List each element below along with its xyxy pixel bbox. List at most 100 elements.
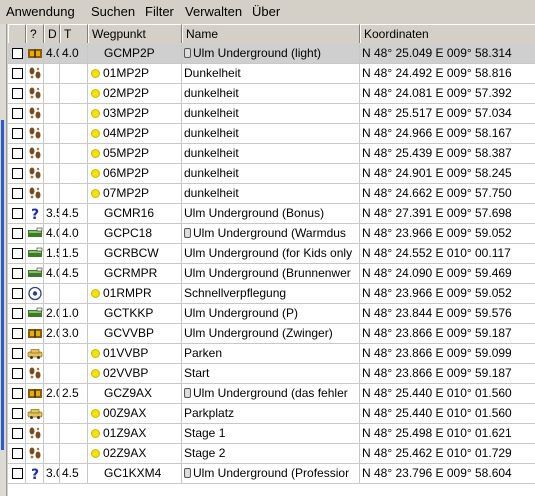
terrain	[60, 344, 88, 363]
row-checkbox[interactable]	[12, 388, 23, 399]
table-row[interactable]: 2.02.5 GCZ9AX Ulm Underground (das fehler N…	[8, 384, 535, 404]
waypoint-cell: 01Z9AX	[88, 424, 182, 443]
cache-type-cell	[26, 84, 44, 103]
difficulty	[44, 184, 60, 203]
coordinates: N 48° 25.517 E 009° 57.034	[362, 106, 512, 120]
row-checkbox[interactable]	[12, 168, 23, 179]
table-row[interactable]: 01RMPR Schnellverpflegung N 48° 23.966 E 0…	[8, 284, 535, 304]
table-row[interactable]: 07MP2P dunkelheit N 48° 24.662 E 009° 57.7…	[8, 184, 535, 204]
row-checkbox[interactable]	[12, 328, 23, 339]
name-cell: Ulm Underground (Professior	[182, 464, 360, 483]
reference-point-icon	[27, 286, 43, 303]
name-cell: dunkelheit	[182, 184, 360, 203]
difficulty: 2.0	[44, 384, 60, 403]
menu-suchen[interactable]: Suchen	[91, 4, 135, 20]
cache-name: Stage 1	[184, 426, 226, 440]
table-row[interactable]: 01MP2P Dunkelheit N 48° 24.492 E 009° 58.8…	[8, 64, 535, 84]
cache-type-cell	[26, 164, 44, 183]
row-checkbox[interactable]	[12, 128, 23, 139]
table-row[interactable]: 02MP2P dunkelheit N 48° 24.081 E 009° 57.3…	[8, 84, 535, 104]
row-checkbox[interactable]	[12, 48, 23, 59]
table-row[interactable]: 2.01.0 GCTKKP Ulm Underground (P) N 48° 23.…	[8, 304, 535, 324]
row-checkbox-cell	[8, 64, 26, 83]
table-row[interactable]: 05MP2P dunkelheit N 48° 25.439 E 009° 58.3…	[8, 144, 535, 164]
menu-anwendung[interactable]: Anwendung	[6, 4, 75, 20]
row-checkbox[interactable]	[12, 468, 23, 479]
col-waypoint[interactable]: Wegpunkt	[88, 24, 182, 43]
terrain	[60, 404, 88, 423]
row-checkbox[interactable]	[12, 288, 23, 299]
col-coordinates[interactable]: Koordinaten	[360, 24, 535, 43]
left-scrollbar[interactable]	[0, 24, 7, 496]
waypoint-code: 04MP2P	[103, 126, 150, 140]
table-row[interactable]: 1.51.5 GCRBCW Ulm Underground (for Kids on…	[8, 244, 535, 264]
coordinates: N 48° 25.439 E 009° 58.387	[362, 146, 512, 160]
table-row[interactable]: 02VVBP Start N 48° 23.866 E 009° 59.187	[8, 364, 535, 384]
table-row[interactable]: 2.03.0 GCVVBP Ulm Underground (Zwinger) N 4…	[8, 324, 535, 344]
scrollbar-thumb[interactable]	[1, 120, 4, 450]
coordinates: N 48° 25.440 E 010° 01.560	[362, 406, 512, 420]
menu-filter[interactable]: Filter	[145, 4, 174, 20]
waypoint-cell: GCRMPR	[88, 264, 182, 283]
row-checkbox[interactable]	[12, 88, 23, 99]
table-row[interactable]: ? 3.04.5 GC1KXM4 Ulm Underground (Professio…	[8, 464, 535, 484]
row-checkbox[interactable]	[12, 188, 23, 199]
row-checkbox[interactable]	[12, 68, 23, 79]
col-type[interactable]: ?	[26, 24, 44, 43]
table-row[interactable]: 00Z9AX Parkplatz N 48° 25.440 E 010° 01.56…	[8, 404, 535, 424]
coordinates: N 48° 25.049 E 009° 58.314	[362, 46, 512, 60]
difficulty	[44, 444, 60, 463]
cache-type-cell	[26, 324, 44, 343]
table-row[interactable]: 02Z9AX Stage 2 N 48° 25.462 E 010° 01.729	[8, 444, 535, 464]
col-checkbox[interactable]	[8, 24, 26, 43]
table-row[interactable]: 01VVBP Parken N 48° 23.866 E 009° 59.099	[8, 344, 535, 364]
row-checkbox[interactable]	[12, 368, 23, 379]
row-checkbox[interactable]	[12, 448, 23, 459]
table-row[interactable]: 4.04.5 GCRMPR Ulm Underground (Brunnenwer N…	[8, 264, 535, 284]
table-row[interactable]: ? 3.54.5 GCMR16 Ulm Underground (Bonus) N 48…	[8, 204, 535, 224]
row-checkbox[interactable]	[12, 248, 23, 259]
terrain	[60, 64, 88, 83]
row-checkbox-cell	[8, 84, 26, 103]
table-row[interactable]: 01Z9AX Stage 1 N 48° 25.498 E 010° 01.621	[8, 424, 535, 444]
table-row[interactable]: 4.04.0 GCMP2P Ulm Underground (light) N 48°…	[8, 44, 535, 64]
waypoint-cell: 03MP2P	[88, 104, 182, 123]
table-row[interactable]: 03MP2P dunkelheit N 48° 25.517 E 009° 57.0…	[8, 104, 535, 124]
cache-type-cell	[26, 124, 44, 143]
waypoint-cell: 05MP2P	[88, 144, 182, 163]
menu-verwalten[interactable]: Verwalten	[185, 4, 242, 20]
coordinates: N 48° 23.966 E 009° 59.052	[362, 226, 512, 240]
name-cell: Stage 1	[182, 424, 360, 443]
row-checkbox-cell	[8, 204, 26, 223]
row-checkbox[interactable]	[12, 308, 23, 319]
cache-name: dunkelheit	[184, 106, 239, 120]
row-checkbox[interactable]	[12, 228, 23, 239]
name-cell: dunkelheit	[182, 104, 360, 123]
row-checkbox-cell	[8, 124, 26, 143]
col-terrain[interactable]: T	[60, 24, 88, 43]
waypoint-code: GCZ9AX	[104, 386, 153, 400]
terrain: 1.5	[60, 244, 88, 263]
menu-ueber[interactable]: Über	[252, 4, 280, 20]
terrain	[60, 184, 88, 203]
footprints-icon	[27, 366, 43, 383]
row-checkbox[interactable]	[12, 148, 23, 159]
cache-type-cell	[26, 264, 44, 283]
row-checkbox[interactable]	[12, 108, 23, 119]
row-checkbox[interactable]	[12, 208, 23, 219]
terrain: 2.5	[60, 384, 88, 403]
table-row[interactable]: 06MP2P dunkelheit N 48° 24.901 E 009° 58.2…	[8, 164, 535, 184]
row-checkbox[interactable]	[12, 428, 23, 439]
archived-lock-icon	[184, 468, 191, 478]
row-checkbox[interactable]	[12, 348, 23, 359]
col-difficulty[interactable]: D	[44, 24, 60, 43]
table-row[interactable]: 4.04.0 GCPC18 Ulm Underground (Warmdus N 48…	[8, 224, 535, 244]
row-checkbox[interactable]	[12, 408, 23, 419]
row-checkbox[interactable]	[12, 268, 23, 279]
waypoint-dot-icon	[91, 409, 100, 418]
cache-type-cell	[26, 344, 44, 363]
table-row[interactable]: 04MP2P dunkelheit N 48° 24.966 E 009° 58.1…	[8, 124, 535, 144]
row-checkbox-cell	[8, 144, 26, 163]
waypoint-code: 01Z9AX	[103, 426, 147, 440]
col-name[interactable]: Name	[182, 24, 360, 43]
